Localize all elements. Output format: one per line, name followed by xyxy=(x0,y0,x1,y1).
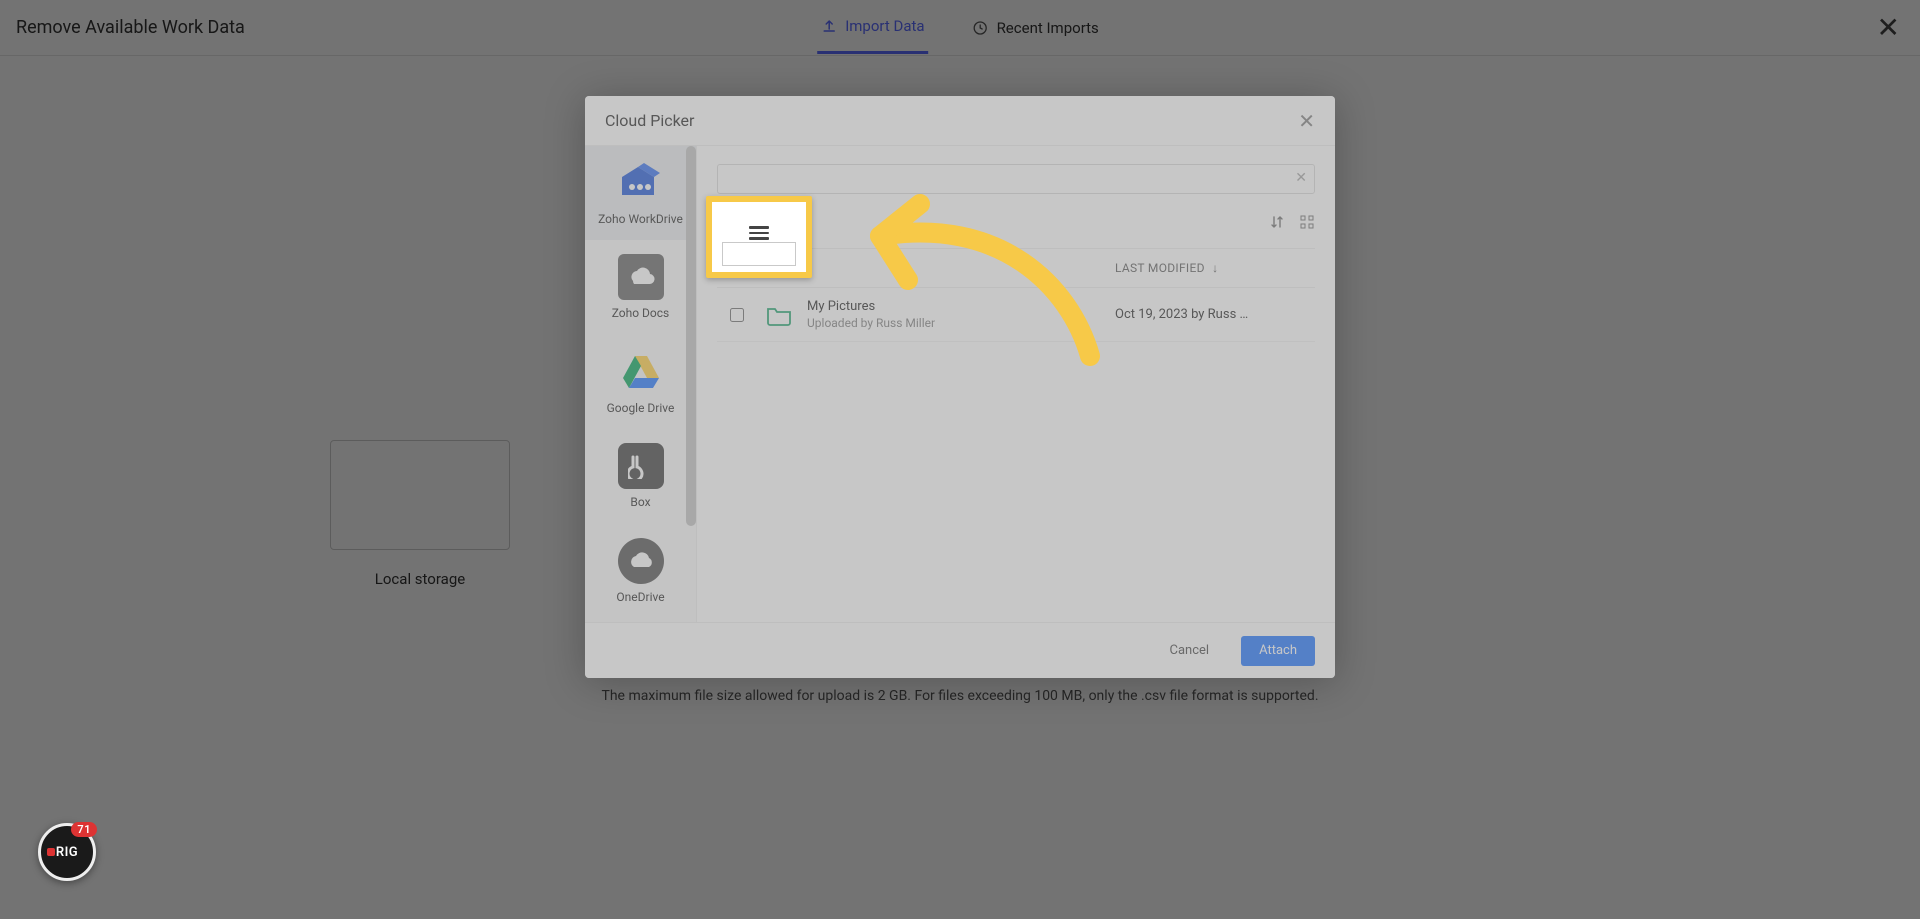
zoho-workdrive-icon xyxy=(618,160,664,206)
rig-count: 71 xyxy=(71,822,97,837)
tab-import-data[interactable]: Import Data xyxy=(817,1,928,54)
provider-google-drive[interactable]: Google Drive xyxy=(585,335,696,429)
provider-box[interactable]: Box xyxy=(585,429,696,523)
upload-icon xyxy=(821,18,837,34)
sort-button[interactable] xyxy=(1269,214,1285,230)
provider-label: Zoho Docs xyxy=(589,306,692,320)
file-modified: Oct 19, 2023 by Russ … xyxy=(1115,307,1315,322)
provider-label: Box xyxy=(589,495,692,509)
picker-title: Cloud Picker xyxy=(605,111,694,130)
grid-view-button[interactable] xyxy=(1299,214,1315,230)
column-header-modified[interactable]: LAST MODIFIED ↓ xyxy=(1115,261,1315,275)
annotation-arrow xyxy=(820,176,1120,376)
provider-label: OneDrive xyxy=(589,590,692,604)
card-local-storage[interactable]: Local storage xyxy=(310,440,530,588)
provider-zoho-workdrive[interactable]: Zoho WorkDrive xyxy=(585,146,696,240)
annotation-highlight xyxy=(706,196,812,278)
tab-import-label: Import Data xyxy=(845,17,924,35)
cancel-button[interactable]: Cancel xyxy=(1152,636,1228,666)
card-local-label: Local storage xyxy=(310,570,530,588)
rig-badge[interactable]: RIG 71 xyxy=(38,823,96,881)
provider-label: Google Drive xyxy=(589,401,692,415)
picker-close-button[interactable]: ✕ xyxy=(1298,109,1315,133)
row-checkbox[interactable] xyxy=(730,308,744,322)
tab-recent-label: Recent Imports xyxy=(997,19,1099,37)
provider-scrollbar[interactable] xyxy=(686,146,696,526)
close-page-button[interactable]: ✕ xyxy=(1877,11,1900,44)
provider-onedrive[interactable]: OneDrive xyxy=(585,524,696,618)
hamburger-icon xyxy=(749,226,769,240)
onedrive-icon xyxy=(618,538,664,584)
folder-icon xyxy=(765,301,793,329)
google-drive-icon xyxy=(618,349,664,395)
provider-label: Zoho WorkDrive xyxy=(589,212,692,226)
rig-label: RIG xyxy=(56,845,78,860)
provider-zoho-docs[interactable]: Zoho Docs xyxy=(585,240,696,334)
sort-desc-icon: ↓ xyxy=(1212,261,1218,275)
zoho-docs-icon xyxy=(618,254,664,300)
provider-sidebar: Zoho WorkDrive Zoho Docs Google Drive Bo… xyxy=(585,146,697,622)
tab-recent-imports[interactable]: Recent Imports xyxy=(969,1,1103,54)
page-title: Remove Available Work Data xyxy=(16,17,245,38)
search-clear-button[interactable]: ✕ xyxy=(1295,170,1307,186)
attach-button[interactable]: Attach xyxy=(1241,636,1315,666)
footnote-text: The maximum file size allowed for upload… xyxy=(601,688,1318,704)
box-icon xyxy=(618,443,664,489)
clock-icon xyxy=(973,20,989,36)
